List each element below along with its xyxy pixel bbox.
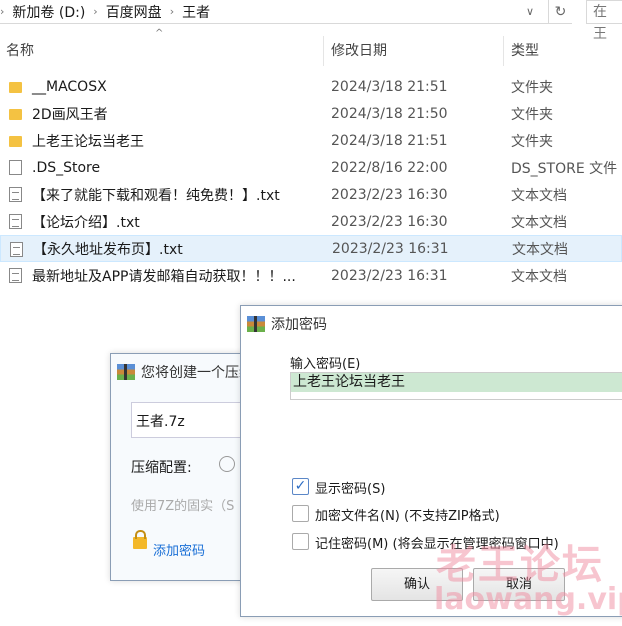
dialog-title: 您将创建一个压缩 xyxy=(141,365,253,381)
history-dropdown-icon[interactable]: ∨ xyxy=(526,5,534,18)
column-divider[interactable] xyxy=(323,36,324,66)
add-password-link[interactable]: 添加密码 xyxy=(153,540,205,559)
file-date: 2024/3/18 21:50 xyxy=(331,105,448,122)
column-divider[interactable] xyxy=(503,36,504,66)
column-header: ^ 名称 修改日期 类型 xyxy=(0,28,622,66)
file-row[interactable]: 【永久地址发布页】.txt 2023/2/23 16:31 文本文档 xyxy=(0,235,622,262)
file-icon xyxy=(9,160,22,175)
text-file-icon xyxy=(9,214,22,229)
file-name: 上老王论坛当老王 xyxy=(32,133,144,150)
file-name: __MACOSX xyxy=(32,78,107,95)
cancel-button[interactable]: 取消 xyxy=(473,568,565,601)
encrypt-names-checkbox[interactable] xyxy=(292,505,309,522)
folder-icon xyxy=(9,136,22,147)
chevron-right-icon: › xyxy=(169,5,175,18)
file-row[interactable]: __MACOSX 2024/3/18 21:51 文件夹 xyxy=(0,73,622,100)
file-date: 2024/3/18 21:51 xyxy=(331,132,448,149)
show-password-checkbox[interactable]: ✓ xyxy=(292,478,309,495)
profile-label: 压缩配置: xyxy=(131,460,192,476)
file-date: 2023/2/23 16:30 xyxy=(331,213,448,230)
file-name: 【来了就能下载和观看！纯免费！】.txt xyxy=(32,187,280,204)
folder-icon xyxy=(9,82,22,93)
file-type: 文本文档 xyxy=(512,241,568,258)
file-name: 【永久地址发布页】.txt xyxy=(33,241,183,258)
refresh-icon[interactable]: ↻ xyxy=(548,0,572,24)
show-password-label[interactable]: 显示密码(S) xyxy=(315,478,385,497)
add-password-dialog: 添加密码 输入密码(E) 上老王论坛当老王 ✓ 显示密码(S) 加密文件名(N)… xyxy=(240,305,622,617)
text-file-icon xyxy=(9,268,22,283)
file-name: 【论坛介绍】.txt xyxy=(32,214,140,231)
file-date: 2022/8/16 22:00 xyxy=(331,159,448,176)
file-date: 2023/2/23 16:30 xyxy=(331,186,448,203)
file-type: 文件夹 xyxy=(511,133,553,150)
file-date: 2023/2/23 16:31 xyxy=(332,240,449,257)
password-label: 输入密码(E) xyxy=(290,357,361,372)
breadcrumb-current[interactable]: 王者 xyxy=(182,2,210,22)
lock-icon xyxy=(133,530,147,549)
file-row[interactable]: 【来了就能下载和观看！纯免费！】.txt 2023/2/23 16:30 文本文… xyxy=(0,181,622,208)
file-row[interactable]: .DS_Store 2022/8/16 22:00 DS_STORE 文件 xyxy=(0,154,622,181)
encrypt-names-label[interactable]: 加密文件名(N) (不支持ZIP格式) xyxy=(315,505,500,524)
password-input[interactable]: 上老王论坛当老王 xyxy=(290,372,622,400)
file-row[interactable]: 2D画风王者 2024/3/18 21:50 文件夹 xyxy=(0,100,622,127)
winrar-icon xyxy=(117,364,135,380)
winrar-icon xyxy=(247,316,265,332)
address-bar[interactable]: › 新加卷 (D:) › 百度网盘 › 王者 ∨ xyxy=(0,0,572,24)
file-type: 文件夹 xyxy=(511,79,553,96)
sort-ascending-icon: ^ xyxy=(155,28,164,39)
text-file-icon xyxy=(10,242,23,257)
folder-icon xyxy=(9,109,22,120)
file-row[interactable]: 【论坛介绍】.txt 2023/2/23 16:30 文本文档 xyxy=(0,208,622,235)
password-value: 上老王论坛当老王 xyxy=(291,373,622,392)
chevron-right-icon: › xyxy=(0,5,5,18)
file-row[interactable]: 上老王论坛当老王 2024/3/18 21:51 文件夹 xyxy=(0,127,622,154)
file-type: 文本文档 xyxy=(511,214,567,231)
file-row[interactable]: 最新地址及APP请发邮箱自动获取！！！... 2023/2/23 16:31 文… xyxy=(0,262,622,289)
file-type: 文件夹 xyxy=(511,106,553,123)
remember-password-label[interactable]: 记住密码(M) (将会显示在管理密码窗口中) xyxy=(315,533,559,552)
breadcrumb-drive[interactable]: 新加卷 (D:) xyxy=(12,2,85,22)
profile-radio[interactable] xyxy=(219,456,235,472)
file-type: 文本文档 xyxy=(511,187,567,204)
solid-hint: 使用7Z的固实（S xyxy=(131,499,235,514)
column-date[interactable]: 修改日期 xyxy=(331,40,387,60)
file-name: 2D画风王者 xyxy=(32,106,108,123)
file-date: 2024/3/18 21:51 xyxy=(331,78,448,95)
file-date: 2023/2/23 16:31 xyxy=(331,267,448,284)
search-input[interactable]: 在 王 xyxy=(586,0,622,42)
file-name: 最新地址及APP请发邮箱自动获取！！！... xyxy=(32,268,296,285)
breadcrumb-baidu[interactable]: 百度网盘 xyxy=(106,2,162,22)
text-file-icon xyxy=(9,187,22,202)
remember-password-checkbox[interactable] xyxy=(292,533,309,550)
column-type[interactable]: 类型 xyxy=(511,40,539,60)
ok-button[interactable]: 确认 xyxy=(371,568,463,601)
file-name: .DS_Store xyxy=(32,159,101,176)
chevron-right-icon: › xyxy=(93,5,98,18)
column-name[interactable]: 名称 xyxy=(6,40,34,60)
file-type: 文本文档 xyxy=(511,268,567,285)
dialog-title: 添加密码 xyxy=(271,317,327,333)
file-type: DS_STORE 文件 xyxy=(511,160,618,177)
